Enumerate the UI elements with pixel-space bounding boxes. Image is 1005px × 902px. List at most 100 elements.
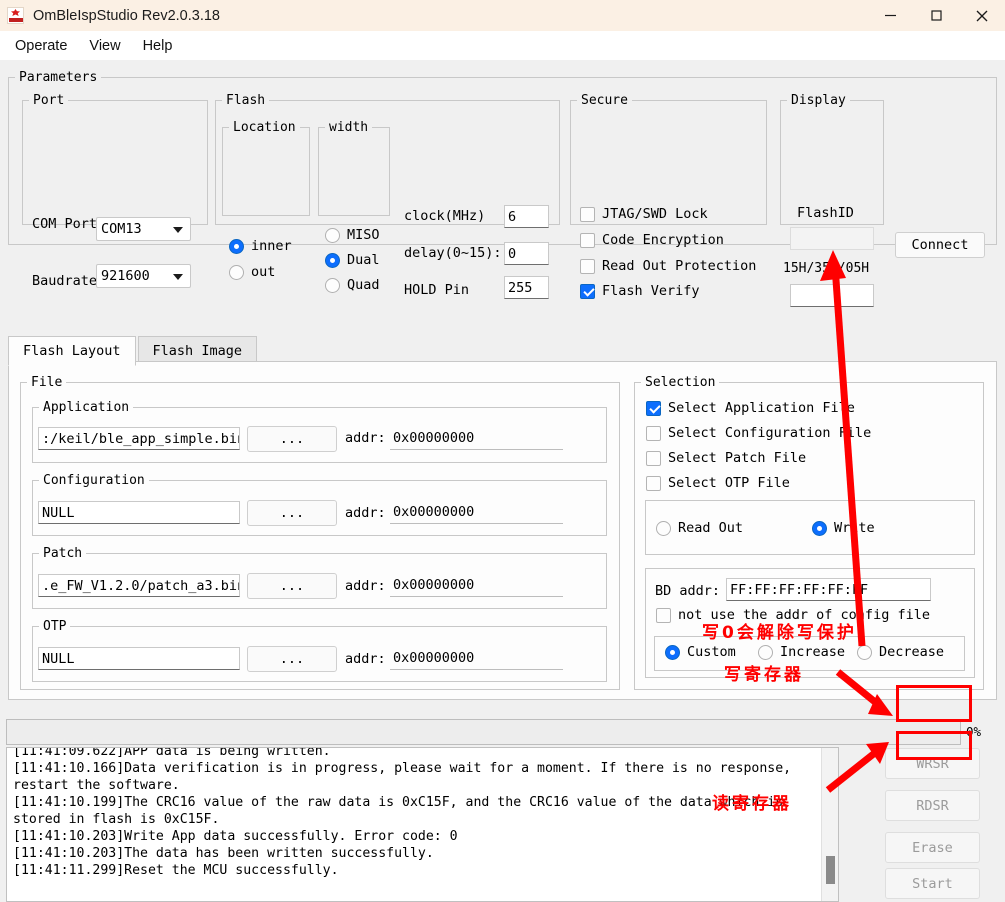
radio-location-inner[interactable]: inner — [229, 238, 292, 254]
checkbox-icon — [646, 475, 661, 491]
checkbox-select-patch-file[interactable]: Select Patch File — [646, 450, 806, 466]
checkbox-not-use-config-addr-label: not use the addr of config file — [678, 607, 930, 623]
radio-width-miso-label: MISO — [347, 227, 380, 243]
bd-addr-label: BD addr: — [655, 583, 721, 599]
parameters-legend: Parameters — [19, 70, 98, 85]
patch-browse-button[interactable]: ... — [247, 573, 337, 599]
checkbox-code-encryption[interactable]: Code Encryption — [580, 232, 724, 248]
radio-addr-increase-label: Increase — [780, 644, 846, 660]
configuration-addr-label: addr: — [345, 505, 386, 521]
minimize-button[interactable] — [867, 0, 913, 31]
start-button[interactable]: Start — [885, 868, 980, 899]
checkbox-icon — [580, 232, 595, 248]
patch-legend: Patch — [43, 546, 83, 561]
port-group: Port — [22, 93, 208, 225]
file-legend: File — [31, 375, 63, 390]
main-content: Parameters Port COM Port COM13 Baudrate … — [0, 60, 1005, 902]
app-logo-icon — [7, 7, 24, 24]
configuration-path-input[interactable]: NULL — [38, 501, 240, 524]
location-legend: Location — [233, 120, 296, 135]
checkbox-select-application-file[interactable]: Select Application File — [646, 400, 855, 416]
application-addr-input[interactable]: 0x00000000 — [390, 427, 563, 450]
wrsr-button[interactable]: WRSR — [885, 748, 980, 779]
checkbox-select-otp-file[interactable]: Select OTP File — [646, 475, 790, 491]
application-path-input[interactable]: :/keil/ble_app_simple.bin — [38, 427, 240, 450]
maximize-button[interactable] — [913, 0, 959, 31]
hold-pin-label: HOLD Pin — [404, 282, 470, 298]
configuration-browse-button[interactable]: ... — [247, 500, 337, 526]
delay-input[interactable]: 0 — [504, 242, 549, 265]
chevron-down-icon — [173, 274, 183, 280]
configuration-legend: Configuration — [43, 473, 145, 488]
checkbox-icon — [646, 400, 661, 416]
radio-addr-custom-label: Custom — [687, 644, 736, 660]
tab-flash-layout[interactable]: Flash Layout — [8, 336, 136, 366]
menu-bar: Operate View Help — [0, 31, 1005, 60]
radio-addr-increase[interactable]: Increase — [758, 644, 845, 660]
patch-addr-input[interactable]: 0x00000000 — [390, 574, 563, 597]
window-title: OmBleIspStudio Rev2.0.3.18 — [33, 7, 220, 24]
menu-view[interactable]: View — [78, 35, 131, 57]
otp-path-input[interactable]: NULL — [38, 647, 240, 670]
configuration-addr-input[interactable]: 0x00000000 — [390, 501, 563, 524]
connect-button[interactable]: Connect — [895, 232, 985, 258]
progress-percent-label: 0% — [966, 724, 982, 739]
checkbox-icon — [580, 206, 595, 222]
bd-addr-input[interactable]: FF:FF:FF:FF:FF:FF — [726, 578, 931, 601]
checkbox-jtag-swd-lock-label: JTAG/SWD Lock — [602, 206, 708, 222]
patch-addr-label: addr: — [345, 578, 386, 594]
radio-read-out[interactable]: Read Out — [656, 520, 743, 536]
radio-addr-decrease-label: Decrease — [879, 644, 945, 660]
patch-path-input[interactable]: .e_FW_V1.2.0/patch_a3.bin — [38, 574, 240, 597]
close-button[interactable] — [959, 0, 1005, 31]
com-port-value: COM13 — [101, 221, 142, 237]
hold-pin-input[interactable]: 255 — [504, 276, 549, 299]
checkbox-select-application-file-label: Select Application File — [668, 400, 855, 416]
otp-addr-input[interactable]: 0x00000000 — [390, 647, 563, 670]
display-legend: Display — [791, 93, 846, 108]
radio-dot-icon — [325, 227, 340, 243]
flash-width-group: width — [318, 120, 390, 216]
com-port-select[interactable]: COM13 — [96, 217, 191, 241]
radio-width-dual-label: Dual — [347, 252, 380, 268]
erase-button[interactable]: Erase — [885, 832, 980, 863]
application-addr-label: addr: — [345, 430, 386, 446]
window-controls — [867, 0, 1005, 31]
otp-browse-button[interactable]: ... — [247, 646, 337, 672]
radio-width-quad[interactable]: Quad — [325, 277, 380, 293]
radio-width-miso[interactable]: MISO — [325, 227, 380, 243]
clock-label: clock(MHz) — [404, 208, 486, 224]
checkbox-select-configuration-file[interactable]: Select Configuration File — [646, 425, 871, 441]
rdsr-button[interactable]: RDSR — [885, 790, 980, 821]
checkbox-read-out-protection[interactable]: Read Out Protection — [580, 258, 756, 274]
checkbox-icon — [580, 283, 595, 299]
status-register-field[interactable] — [790, 284, 874, 307]
chevron-down-icon — [173, 227, 183, 233]
radio-location-out[interactable]: out — [229, 264, 275, 280]
radio-addr-decrease[interactable]: Decrease — [857, 644, 944, 660]
port-legend: Port — [33, 93, 65, 108]
radio-location-inner-label: inner — [251, 238, 292, 254]
log-scrollbar-thumb[interactable] — [826, 856, 835, 884]
radio-dot-icon — [656, 520, 671, 536]
checkbox-icon — [646, 450, 661, 466]
selection-legend: Selection — [645, 375, 716, 390]
radio-addr-custom[interactable]: Custom — [665, 644, 736, 660]
flash-legend: Flash — [226, 93, 266, 108]
radio-width-dual[interactable]: Dual — [325, 252, 380, 268]
clock-input[interactable]: 6 — [504, 205, 549, 228]
menu-help[interactable]: Help — [132, 35, 184, 57]
radio-write[interactable]: Write — [812, 520, 875, 536]
checkbox-not-use-config-addr[interactable]: not use the addr of config file — [656, 607, 930, 623]
log-scrollbar[interactable] — [821, 748, 838, 901]
application-browse-button[interactable]: ... — [247, 426, 337, 452]
checkbox-icon — [580, 258, 595, 274]
baudrate-select[interactable]: 921600 — [96, 264, 191, 288]
menu-operate[interactable]: Operate — [4, 35, 78, 57]
delay-label: delay(0~15): — [404, 245, 502, 261]
checkbox-flash-verify[interactable]: Flash Verify — [580, 283, 700, 299]
checkbox-jtag-swd-lock[interactable]: JTAG/SWD Lock — [580, 206, 708, 222]
log-panel[interactable]: [11:41:09.622]APP data is being written.… — [6, 747, 839, 902]
radio-write-label: Write — [834, 520, 875, 536]
radio-location-out-label: out — [251, 264, 276, 280]
